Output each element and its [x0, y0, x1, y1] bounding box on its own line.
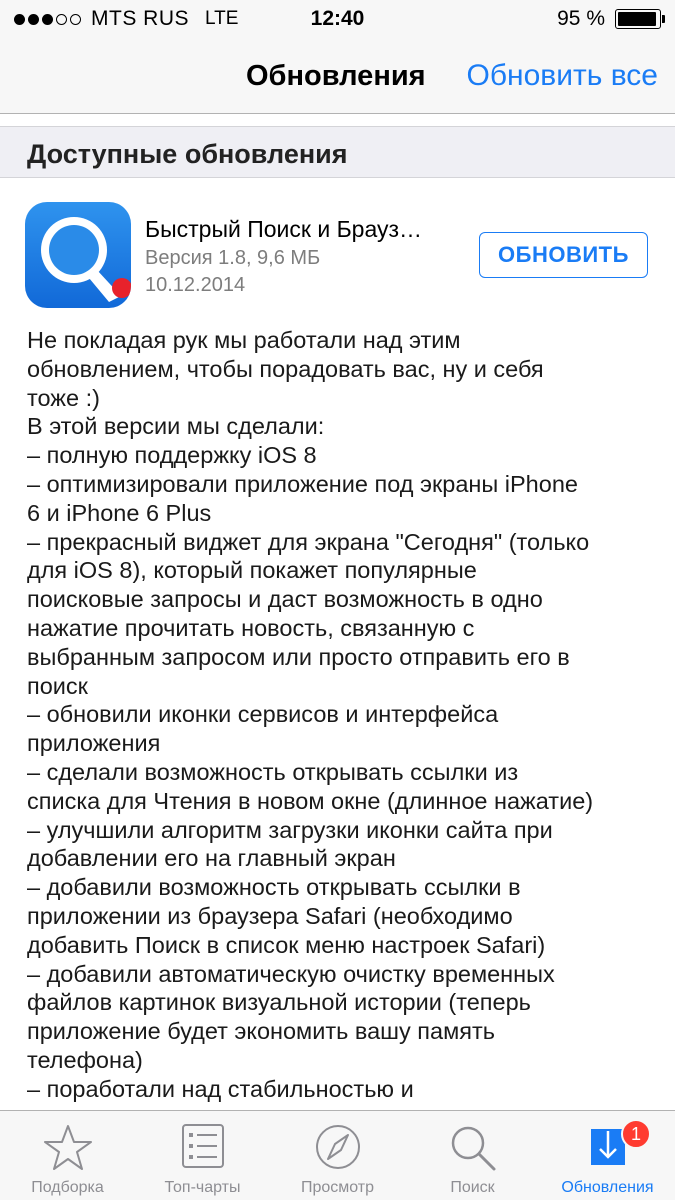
release-note-line: – поработали над стабильностью и [27, 1075, 414, 1102]
page-title: Обновления [246, 60, 426, 92]
release-note-line: поиск [27, 672, 88, 699]
app-version: Версия 1.8, 9,6 МБ [145, 247, 321, 269]
release-note-line: – оптимизировали приложение под экраны i… [27, 470, 578, 497]
app-name: Быстрый Поиск и Брауз… [145, 216, 423, 242]
navigation-bar: Обновления Обновить все [0, 40, 675, 114]
release-note-line: – добавили возможность открывать ссылки … [27, 874, 521, 901]
tab-bar: Подборка Топ-чарты Просмотр Поиск 1 Обно… [0, 1110, 675, 1200]
tab-featured[interactable]: Подборка [0, 1111, 135, 1200]
release-note-line: приложения [27, 730, 161, 757]
release-note-line: поисковые запросы и даст возможность в о… [27, 586, 543, 613]
tab-search[interactable]: Поиск [405, 1111, 540, 1200]
release-note-line: для iOS 8), который покажет популярные [27, 557, 477, 584]
app-icon[interactable] [25, 202, 131, 308]
release-note-line: – сделали возможность открывать ссылки и… [27, 758, 519, 785]
release-note-line: обновлением, чтобы порадовать вас, ну и … [27, 355, 544, 382]
release-note-line: – обновили иконки сервисов и интерфейса [27, 701, 499, 728]
release-note-line: тоже :) [27, 384, 100, 411]
release-note-line: телефона) [27, 1046, 143, 1073]
release-note-line: 6 и iPhone 6 Plus [27, 499, 212, 526]
tab-label: Поиск [450, 1179, 495, 1196]
star-icon [43, 1125, 92, 1170]
section-title: Доступные обновления [27, 139, 348, 169]
release-note-line: файлов картинок визуальной истории (тепе… [27, 989, 531, 1016]
battery-fill [618, 12, 656, 26]
release-note-line: нажатие прочитать новость, связанную с [27, 614, 475, 641]
updates-badge: 1 [621, 1119, 651, 1149]
status-bar: MTS RUS LTE 12:40 95 % [0, 0, 675, 40]
tab-top-charts[interactable]: Топ-чарты [135, 1111, 270, 1200]
release-note-line: Не покладая рук мы работали над этим [27, 327, 461, 353]
search-icon [451, 1126, 495, 1171]
release-note-line: добавить Поиск в список меню настроек Sa… [27, 931, 546, 958]
search-magnifier-icon [41, 217, 131, 302]
battery-percent: 95 % [557, 7, 605, 30]
release-note-line: списка для Чтения в новом окне (длинное … [27, 787, 594, 814]
tab-label: Обновления [561, 1179, 654, 1196]
release-note-line: добавлении его на главный экран [27, 845, 396, 872]
status-right: 95 % [557, 7, 665, 31]
release-note-line: – добавили автоматическую очистку времен… [27, 960, 555, 987]
release-note-line: выбранным запросом или просто отправить … [27, 643, 570, 670]
compass-icon [315, 1125, 360, 1169]
update-button[interactable]: ОБНОВИТЬ [479, 232, 648, 278]
release-note-line: приложении из браузера Safari (необходим… [27, 902, 513, 929]
release-notes: Не покладая рук мы работали над этим обно… [27, 326, 659, 1106]
app-date: 10.12.2014 [145, 274, 246, 296]
tab-updates[interactable]: 1 Обновления [540, 1111, 675, 1200]
section-header: Доступные обновления [0, 126, 675, 178]
release-note-line: – полную поддержку iOS 8 [27, 442, 317, 469]
list-icon [181, 1124, 224, 1168]
tab-explore[interactable]: Просмотр [270, 1111, 405, 1200]
tab-label: Подборка [31, 1179, 104, 1196]
battery-icon [615, 9, 665, 29]
release-note-line: – прекрасный виджет для экрана "Сегодня"… [27, 528, 590, 555]
update-all-button[interactable]: Обновить все [467, 59, 658, 93]
release-note-line: – улучшили алгоритм загрузки иконки сайт… [27, 816, 553, 843]
release-note-line: В этой версии мы сделали: [27, 413, 325, 440]
tab-label: Топ-чарты [164, 1179, 241, 1196]
release-note-line: приложение будет экономить вашу память [27, 1018, 495, 1045]
tab-label: Просмотр [300, 1179, 375, 1196]
